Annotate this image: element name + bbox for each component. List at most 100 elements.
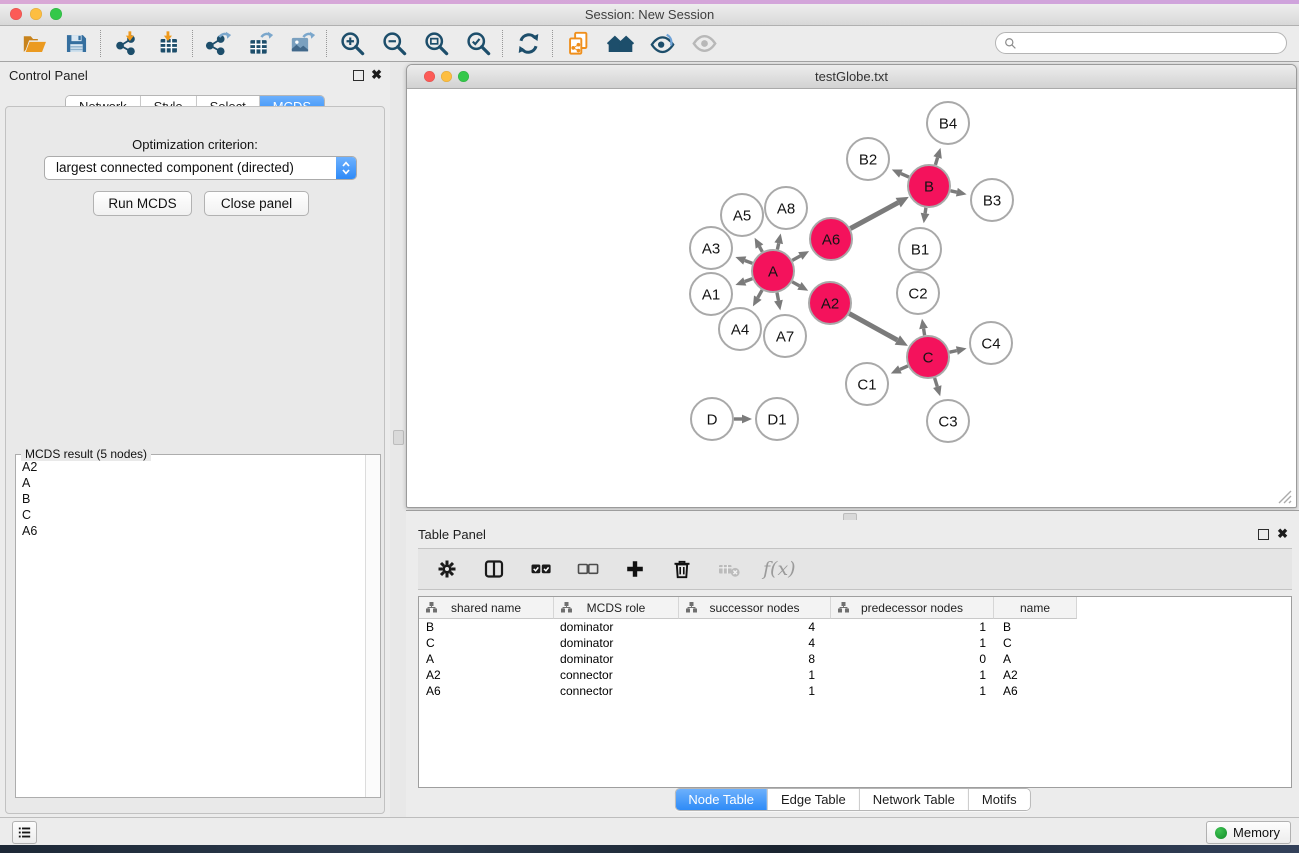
tab-edge-table[interactable]: Edge Table	[767, 789, 859, 810]
column-header-predecessor-nodes[interactable]: predecessor nodes	[831, 597, 994, 619]
table-cell[interactable]: connector	[554, 668, 679, 682]
graph-node-D[interactable]: D	[691, 398, 733, 440]
table-row[interactable]: Cdominator41C	[419, 635, 1291, 651]
new-network-from-selection-button[interactable]	[563, 29, 593, 59]
float-window-icon[interactable]	[353, 70, 364, 81]
result-item[interactable]: B	[16, 491, 366, 507]
table-cell[interactable]: 1	[831, 620, 994, 634]
graph-node-A6[interactable]: A6	[810, 218, 852, 260]
optimization-criterion-select[interactable]: largest connected component (directed)	[44, 156, 357, 180]
graph-node-C2[interactable]: C2	[897, 272, 939, 314]
table-cell[interactable]: B	[419, 620, 554, 634]
table-cell[interactable]: 0	[831, 652, 994, 666]
open-file-button[interactable]	[19, 29, 49, 59]
graph-node-A5[interactable]: A5	[721, 194, 763, 236]
refresh-layout-button[interactable]	[513, 29, 543, 59]
column-header-shared-name[interactable]: shared name	[419, 597, 554, 619]
toggle-panel-columns-button[interactable]	[481, 556, 507, 582]
table-row[interactable]: A2connector11A2	[419, 667, 1291, 683]
graph-node-B4[interactable]: B4	[927, 102, 969, 144]
table-cell[interactable]: 1	[679, 668, 831, 682]
table-row[interactable]: Adominator80A	[419, 651, 1291, 667]
table-cell[interactable]: 1	[831, 636, 994, 650]
search-input[interactable]	[1017, 34, 1286, 52]
delete-column-button[interactable]	[669, 556, 695, 582]
add-column-button[interactable]	[622, 556, 648, 582]
table-cell[interactable]: A6	[994, 684, 1077, 698]
table-cell[interactable]: 8	[679, 652, 831, 666]
table-cell[interactable]: C	[994, 636, 1077, 650]
table-cell[interactable]: A2	[994, 668, 1077, 682]
import-network-button[interactable]	[111, 29, 141, 59]
column-header-mcds-role[interactable]: MCDS role	[554, 597, 679, 619]
graph-node-C[interactable]: C	[907, 336, 949, 378]
graph-node-B3[interactable]: B3	[971, 179, 1013, 221]
result-item[interactable]: A2	[16, 459, 366, 475]
close-panel-button[interactable]: Close panel	[204, 191, 309, 216]
show-graphics-details-button[interactable]	[647, 29, 677, 59]
float-window-icon[interactable]	[1258, 529, 1269, 540]
zoom-fit-button[interactable]	[421, 29, 451, 59]
import-table-button[interactable]	[153, 29, 183, 59]
close-panel-icon[interactable]: ✖	[371, 69, 382, 81]
table-cell[interactable]: A	[994, 652, 1077, 666]
graph-node-A3[interactable]: A3	[690, 227, 732, 269]
table-row[interactable]: Bdominator41B	[419, 619, 1291, 635]
table-cell[interactable]: A6	[419, 684, 554, 698]
select-all-checkboxes-button[interactable]	[528, 556, 554, 582]
table-cell[interactable]: 1	[831, 668, 994, 682]
table-cell[interactable]: 1	[679, 684, 831, 698]
table-cell[interactable]: dominator	[554, 636, 679, 650]
delete-table-button[interactable]	[716, 556, 742, 582]
vertical-splitter[interactable]	[390, 62, 406, 817]
first-neighbors-button[interactable]	[605, 29, 635, 59]
unselect-all-checkboxes-button[interactable]	[575, 556, 601, 582]
show-panels-button[interactable]	[12, 821, 37, 844]
graph-node-A1[interactable]: A1	[690, 273, 732, 315]
zoom-selected-button[interactable]	[463, 29, 493, 59]
graph-node-A[interactable]: A	[752, 250, 794, 292]
save-session-button[interactable]	[61, 29, 91, 59]
export-table-button[interactable]	[245, 29, 275, 59]
export-network-button[interactable]	[203, 29, 233, 59]
graph-node-B1[interactable]: B1	[899, 228, 941, 270]
graph-node-A2[interactable]: A2	[809, 282, 851, 324]
splitter-handle[interactable]	[393, 430, 404, 445]
table-settings-button[interactable]	[434, 556, 460, 582]
tab-motifs[interactable]: Motifs	[968, 789, 1030, 810]
tab-network-table[interactable]: Network Table	[859, 789, 968, 810]
tab-node-table[interactable]: Node Table	[675, 789, 767, 810]
zoom-out-button[interactable]	[379, 29, 409, 59]
graph-node-A7[interactable]: A7	[764, 315, 806, 357]
resize-grip-icon[interactable]	[1275, 487, 1293, 505]
hide-graphics-details-button[interactable]	[689, 29, 719, 59]
table-row[interactable]: A6connector11A6	[419, 683, 1291, 699]
network-canvas[interactable]: B4 B2 B B3 A5A8A6 B1 A3 A C2 A1 A2 A4A7 C4 C C1 C3 D D1	[408, 89, 1295, 507]
graph-node-B[interactable]: B	[908, 165, 950, 207]
graph-node-A8[interactable]: A8	[765, 187, 807, 229]
table-cell[interactable]: dominator	[554, 652, 679, 666]
table-cell[interactable]: 4	[679, 636, 831, 650]
table-cell[interactable]: 1	[831, 684, 994, 698]
export-image-button[interactable]	[287, 29, 317, 59]
table-cell[interactable]: connector	[554, 684, 679, 698]
graph-node-C3[interactable]: C3	[927, 400, 969, 442]
result-item[interactable]: A6	[16, 523, 366, 539]
table-cell[interactable]: B	[994, 620, 1077, 634]
graph-node-C4[interactable]: C4	[970, 322, 1012, 364]
result-item[interactable]: C	[16, 507, 366, 523]
graph-node-D1[interactable]: D1	[756, 398, 798, 440]
graph-node-A4[interactable]: A4	[719, 308, 761, 350]
graph-node-C1[interactable]: C1	[846, 363, 888, 405]
function-builder-button[interactable]: f(x)	[763, 558, 796, 580]
result-item[interactable]: A	[16, 475, 366, 491]
mcds-result-list[interactable]: A2ABCA6	[16, 459, 366, 797]
table-cell[interactable]: A	[419, 652, 554, 666]
table-cell[interactable]: A2	[419, 668, 554, 682]
column-header-successor-nodes[interactable]: successor nodes	[679, 597, 831, 619]
memory-button[interactable]: Memory	[1206, 821, 1291, 844]
table-cell[interactable]: C	[419, 636, 554, 650]
close-panel-icon[interactable]: ✖	[1277, 528, 1288, 540]
graph-node-B2[interactable]: B2	[847, 138, 889, 180]
table-cell[interactable]: 4	[679, 620, 831, 634]
